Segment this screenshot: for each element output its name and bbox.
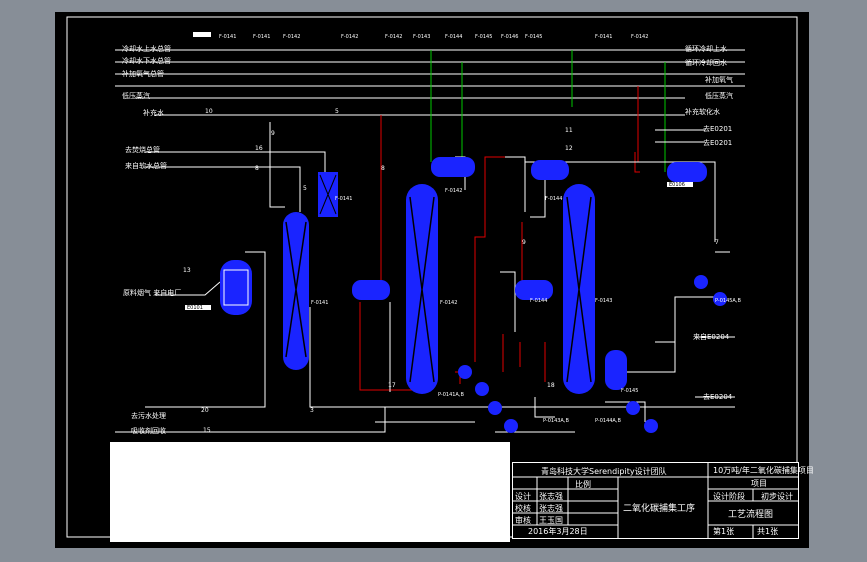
svg-text:F-0141: F-0141 <box>253 34 270 40</box>
output-e0201-b: 去E0201 <box>703 139 733 147</box>
svg-text:F-0141: F-0141 <box>595 34 612 40</box>
svg-text:P-0143A,B: P-0143A,B <box>543 418 569 424</box>
svg-text:3: 3 <box>310 407 314 414</box>
svg-text:F-0141: F-0141 <box>335 196 352 202</box>
output-absorbent: 吸收剂回收 <box>131 427 166 435</box>
svg-text:17: 17 <box>388 382 396 389</box>
svg-text:F-0142: F-0142 <box>283 34 300 40</box>
input-softwater: 来自软水总管 <box>125 162 167 170</box>
svg-text:F-0142: F-0142 <box>440 300 457 306</box>
input-incineration: 去焚烧总管 <box>125 146 160 154</box>
utility-label-cooling-return: 冷却水下水总管 <box>122 57 171 65</box>
title-block-grid <box>513 463 798 538</box>
right-utility-oxygen: 补加氧气 <box>705 76 733 84</box>
svg-text:F-0145: F-0145 <box>525 34 542 40</box>
svg-text:F-0142: F-0142 <box>445 188 462 194</box>
svg-text:P-0141A,B: P-0141A,B <box>438 392 464 398</box>
right-utility-steam: 低压蒸汽 <box>705 92 733 100</box>
svg-text:9: 9 <box>271 130 275 137</box>
utility-label-oxygen: 补加氧气总管 <box>122 70 164 78</box>
right-utility-supply: 循环冷却上水 <box>685 45 727 53</box>
utility-label-cooling-supply: 冷却水上水总管 <box>122 45 171 53</box>
svg-text:F-0144: F-0144 <box>530 298 547 304</box>
svg-text:9: 9 <box>522 239 526 246</box>
utility-label-steam: 低压蒸汽 <box>122 92 150 100</box>
svg-text:F-0144: F-0144 <box>445 34 462 40</box>
svg-text:F-0146: F-0146 <box>501 34 518 40</box>
svg-text:P-0145A,B: P-0145A,B <box>715 298 741 304</box>
svg-text:F-0144: F-0144 <box>545 196 562 202</box>
svg-text:F-0145: F-0145 <box>475 34 492 40</box>
svg-text:F-0141: F-0141 <box>219 34 236 40</box>
svg-text:7: 7 <box>715 239 719 246</box>
right-utility-softwater: 补充软化水 <box>685 108 720 116</box>
svg-text:E0106: E0106 <box>669 182 685 188</box>
svg-text:16: 16 <box>255 145 263 152</box>
svg-text:12: 12 <box>565 145 573 152</box>
svg-text:F-0143: F-0143 <box>595 298 612 304</box>
right-utility-return: 循环冷却回水 <box>685 59 727 67</box>
svg-text:11: 11 <box>565 127 573 134</box>
output-wastewater: 去污水处理 <box>131 412 166 420</box>
svg-text:F-0142: F-0142 <box>341 34 358 40</box>
svg-text:F-0142: F-0142 <box>631 34 648 40</box>
utility-label-water: 补充水 <box>143 109 164 117</box>
svg-text:5: 5 <box>335 108 339 115</box>
svg-text:8: 8 <box>255 165 259 172</box>
svg-text:10: 10 <box>205 108 213 115</box>
svg-text:5: 5 <box>303 185 307 192</box>
input-fluegas: 原料烟气 来自电厂 <box>123 289 182 297</box>
svg-text:P-0144A,B: P-0144A,B <box>595 418 621 424</box>
svg-text:15: 15 <box>203 427 211 434</box>
drawing-canvas: F-0141 F-0141 F-0142 F-0142 F-0142 F-0143 F… <box>55 12 814 548</box>
svg-text:13: 13 <box>183 267 191 274</box>
svg-text:F-0142: F-0142 <box>385 34 402 40</box>
svg-text:F-0143: F-0143 <box>413 34 430 40</box>
input-e0204: 来自E0204 <box>693 333 730 341</box>
output-e0204: 去E0204 <box>703 393 733 401</box>
svg-text:E0101: E0101 <box>187 305 203 311</box>
svg-text:E0101: E0101 <box>193 32 209 38</box>
svg-text:F-0145: F-0145 <box>621 388 638 394</box>
blank-notes-area <box>110 442 510 542</box>
svg-text:20: 20 <box>201 407 209 414</box>
svg-text:18: 18 <box>547 382 555 389</box>
svg-text:8: 8 <box>381 165 385 172</box>
title-block: 青岛科技大学Serendipity设计团队 10万吨/年二氧化碳捕集项目 项目 … <box>512 462 814 539</box>
output-e0201-a: 去E0201 <box>703 125 733 133</box>
svg-text:F-0141: F-0141 <box>311 300 328 306</box>
